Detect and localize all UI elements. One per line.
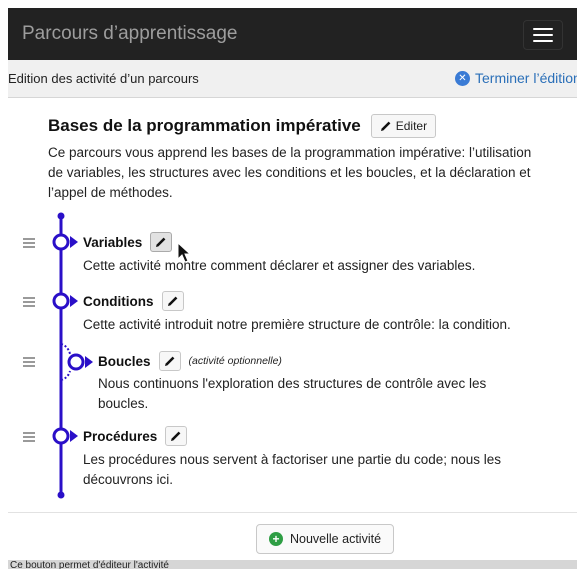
footer-divider xyxy=(8,512,577,513)
app-frame: Parcours d’apprentissage Edition des act… xyxy=(8,8,577,569)
activity-title: Conditions xyxy=(83,293,154,309)
drag-handle-icon[interactable] xyxy=(23,295,35,309)
drag-handle-line xyxy=(23,357,35,359)
drag-handle-line xyxy=(23,365,35,367)
timeline-end-dot xyxy=(57,491,65,499)
mouse-cursor-icon xyxy=(177,242,192,263)
activity-description: Les procédures nous servent à factoriser… xyxy=(83,452,501,487)
close-circle-icon: ✕ xyxy=(455,70,470,86)
drag-handle-line xyxy=(23,436,35,438)
navbar: Parcours d’apprentissage xyxy=(8,8,577,60)
drag-handle-icon[interactable] xyxy=(23,355,35,369)
edit-activity-button[interactable] xyxy=(165,426,188,446)
status-bar: Ce bouton permet d'éditeur l'activité xyxy=(8,560,577,569)
course-header: Bases de la programmation impérative Edi… xyxy=(48,114,437,138)
hamburger-icon-bar xyxy=(533,34,553,36)
pencil-icon xyxy=(156,237,166,247)
timeline-node xyxy=(52,233,70,251)
timeline-arrow xyxy=(70,236,78,248)
drag-handle-line xyxy=(23,361,35,363)
new-activity-label: Nouvelle activité xyxy=(290,532,382,546)
pencil-icon xyxy=(164,356,174,366)
drag-handle-line xyxy=(23,242,35,244)
pencil-icon xyxy=(167,296,177,306)
drag-handle-line xyxy=(23,305,35,307)
course-title: Bases de la programmation impérative xyxy=(48,116,361,135)
finish-edit-label: Terminer l’édition xyxy=(475,70,577,86)
new-activity-button[interactable]: + Nouvelle activité xyxy=(256,524,395,554)
hamburger-icon-bar xyxy=(533,40,553,42)
timeline-start-dot xyxy=(57,212,65,220)
drag-handle-line xyxy=(23,238,35,240)
timeline-arrow xyxy=(70,430,78,442)
drag-handle-line xyxy=(23,440,35,442)
optional-label: (activité optionnelle) xyxy=(188,355,282,367)
drag-handle-icon[interactable] xyxy=(23,430,35,444)
activity-header-procedures: Procédures xyxy=(83,426,188,446)
app-brand[interactable]: Parcours d’apprentissage xyxy=(22,23,237,45)
activity-title: Boucles xyxy=(98,353,151,369)
edit-subheader: Edition des activité d’un parcours ✕ Ter… xyxy=(8,60,577,98)
timeline-arrow xyxy=(85,356,93,368)
activity-description: Cette activité montre comment déclarer e… xyxy=(83,258,476,273)
finish-edit-link[interactable]: ✕ Terminer l’édition xyxy=(455,70,577,86)
activity-title: Variables xyxy=(83,234,143,250)
drag-handle-line xyxy=(23,297,35,299)
activity-header-conditions: Conditions xyxy=(83,291,184,311)
pencil-icon xyxy=(171,431,181,441)
timeline-arrow xyxy=(70,295,78,307)
activity-description: Cette activité introduit notre première … xyxy=(83,317,511,332)
hamburger-icon xyxy=(533,28,553,30)
menu-button[interactable] xyxy=(523,20,563,50)
drag-handle-icon[interactable] xyxy=(23,236,35,250)
edit-activity-button[interactable] xyxy=(161,291,184,311)
activity-description: Nous continuons l'exploration des struct… xyxy=(98,376,487,411)
edit-course-label: Editer xyxy=(395,119,428,133)
activity-header-variables: Variables xyxy=(83,232,173,252)
plus-circle-icon: + xyxy=(269,532,283,546)
course-description: Ce parcours vous apprend les bases de la… xyxy=(48,145,532,200)
optional-branch xyxy=(60,343,71,381)
activity-header-boucles: Boucles (activité optionnelle) xyxy=(98,351,282,371)
pencil-icon xyxy=(380,121,391,131)
edit-course-button[interactable]: Editer xyxy=(370,114,437,138)
activity-title: Procédures xyxy=(83,428,158,444)
drag-handle-line xyxy=(23,301,35,303)
drag-handle-line xyxy=(23,246,35,248)
edit-activity-button[interactable] xyxy=(150,232,173,252)
timeline-node xyxy=(52,292,70,310)
edit-activity-button[interactable] xyxy=(158,351,181,371)
edit-subheader-title: Edition des activité d’un parcours xyxy=(8,71,199,86)
drag-handle-line xyxy=(23,432,35,434)
timeline-node xyxy=(52,427,70,445)
timeline-node-optional xyxy=(67,353,85,371)
